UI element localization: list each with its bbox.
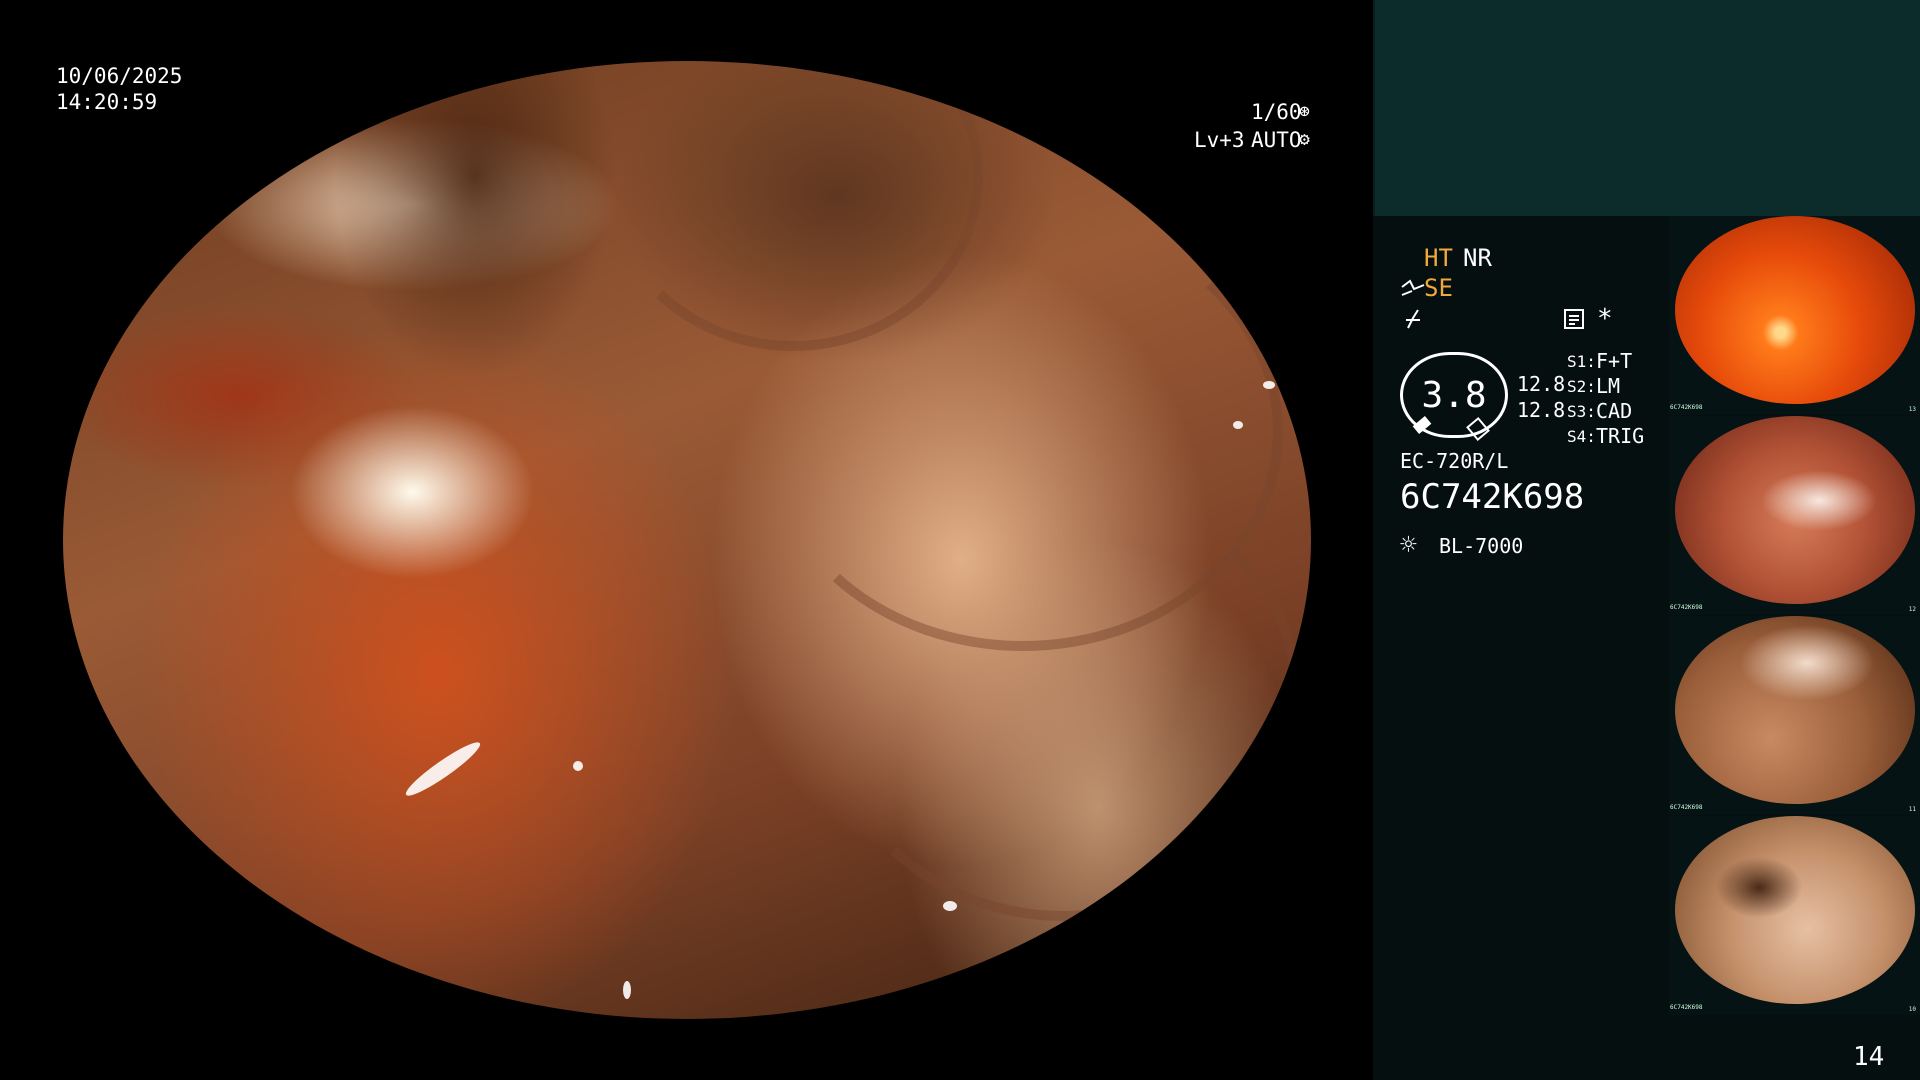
capture-thumbnail[interactable]: 12 6C742K698 [1669,416,1920,615]
image-counter: 14 [1853,1042,1885,1072]
capture-thumbnail[interactable]: 11 6C742K698 [1669,616,1920,815]
zoom-value: 3.8 [1421,374,1487,416]
light-source: BL-7000 [1439,534,1524,558]
switch-key: S3: [1567,402,1596,421]
asterisk-icon: * [1597,304,1613,334]
scope-serial: 6C742K698 [1400,477,1585,517]
light-reflection [623,981,631,999]
thumbnail-serial: 6C742K698 [1670,804,1703,811]
thumbnail-index: 12 [1908,606,1916,613]
capture-thumbnail[interactable]: 13 6C742K698 [1669,216,1920,415]
thumbnail-serial: 6C742K698 [1670,604,1703,611]
iris-icon: ⊛ [1299,101,1310,122]
thumbnail-image [1675,816,1915,1004]
ht-indicator: HT [1424,244,1453,272]
light-reflection [1263,381,1275,389]
thumbnail-image [1675,216,1915,404]
endoscopic-view [63,61,1311,1019]
thumbnail-image [1675,416,1915,604]
record-icon [1564,309,1584,329]
panel-header-area [1373,0,1920,216]
shutter-speed: 1/60 [1251,100,1302,124]
freeze-icon [1406,309,1420,329]
switch-key: S2: [1567,377,1596,396]
zoom-reading: 12.8 [1517,372,1566,396]
date-label: 10/06/2025 [56,64,183,88]
auto-exposure-icon: ⚙ [1299,129,1310,150]
switch-value: LM [1596,374,1621,398]
time-label: 14:20:59 [56,90,158,114]
light-reflection [401,736,485,802]
mucosal-fold [823,481,1303,921]
light-source-icon: ☼ [1400,528,1417,561]
se-indicator: SE [1424,274,1453,302]
enhancement-icon [1401,279,1425,296]
light-reflection [573,761,583,771]
thumbnail-index: 11 [1908,806,1916,813]
zoom-reading: 12.8 [1517,398,1566,422]
light-reflection [943,901,957,911]
scope-model: EC-720R/L [1400,449,1509,473]
thumbnail-index: 10 [1908,1006,1916,1013]
switch-value: CAD [1596,399,1633,423]
switch-key: S4: [1567,427,1596,446]
thumbnail-serial: 6C742K698 [1670,1004,1703,1011]
light-level: Lv+3 [1194,128,1245,152]
auto-mode: AUTO [1251,128,1302,152]
switch-value: TRIG [1596,424,1645,448]
light-reflection [1233,421,1243,429]
switch-value: F+T [1596,349,1633,373]
thumbnail-image [1675,616,1915,804]
capture-thumbnail[interactable]: 10 6C742K698 [1669,816,1920,1015]
thumbnail-serial: 6C742K698 [1670,404,1703,411]
thumbnail-index: 13 [1908,406,1916,413]
switch-key: S1: [1567,352,1596,371]
nr-indicator: NR [1463,244,1492,272]
